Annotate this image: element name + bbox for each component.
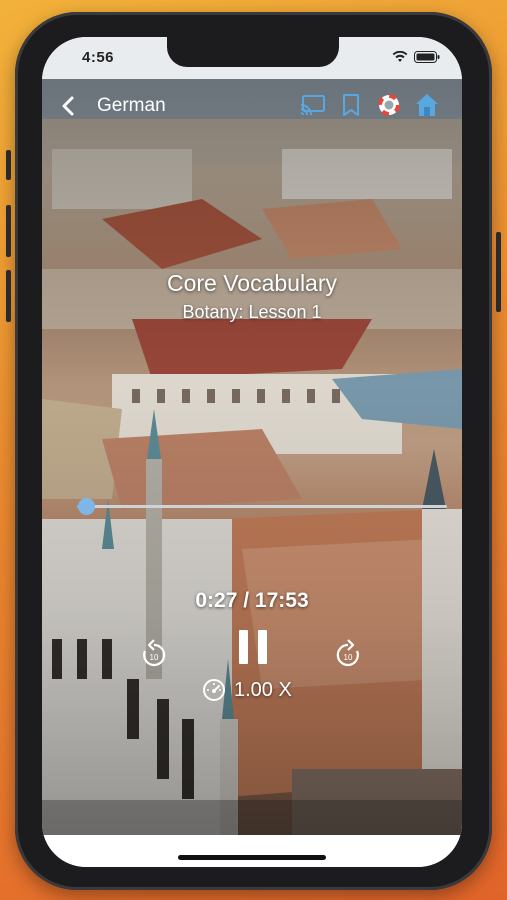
time-display: 0:27 / 17:53 [195, 589, 309, 612]
lesson-title: Core Vocabulary [166, 270, 338, 296]
nav-actions [300, 92, 440, 118]
forward-seconds-label: 10 [344, 653, 353, 662]
battery-icon [414, 50, 440, 68]
notch [167, 37, 339, 67]
home-button[interactable] [414, 92, 440, 118]
forward-10-icon: 10 [336, 639, 359, 667]
silent-switch [6, 150, 11, 180]
home-indicator[interactable] [178, 855, 326, 860]
cast-button[interactable] [300, 92, 326, 118]
forward-10-button[interactable]: 10 [334, 639, 362, 676]
photo-scrim [42, 79, 462, 839]
help-lifebuoy-icon [378, 94, 400, 116]
status-bar: 4:56 [42, 37, 462, 79]
status-icons [392, 50, 440, 68]
home-indicator-area [42, 835, 462, 867]
home-icon [416, 94, 438, 116]
help-button[interactable] [376, 92, 402, 118]
rewind-10-button[interactable]: 10 [140, 639, 168, 676]
screen: 4:56 German Core Vocabulary Botany: Less… [42, 37, 462, 867]
playback-progress-slider[interactable] [77, 498, 447, 515]
bookmark-button[interactable] [338, 92, 364, 118]
power-button [496, 232, 501, 312]
wifi-icon [392, 50, 408, 68]
volume-down-button [6, 270, 11, 322]
pause-button[interactable] [237, 629, 269, 670]
bookmark-icon [343, 94, 359, 116]
nav-title: German [97, 95, 166, 116]
speed-label: 1.00 X [234, 678, 292, 701]
speedometer-icon [203, 679, 225, 701]
background-photo [42, 79, 462, 839]
lesson-subtitle: Botany: Lesson 1 [182, 302, 322, 322]
bottom-shade [42, 800, 462, 839]
cast-icon [300, 95, 325, 116]
playback-speed-button[interactable]: 1.00 X [202, 677, 292, 703]
back-button[interactable] [56, 93, 82, 119]
status-time: 4:56 [82, 49, 115, 66]
volume-up-button [6, 205, 11, 257]
rewind-10-icon: 10 [143, 639, 166, 667]
pause-icon [239, 630, 267, 664]
rewind-seconds-label: 10 [150, 653, 159, 662]
chevron-left-icon [62, 96, 74, 116]
top-nav-bar: German [42, 91, 462, 123]
